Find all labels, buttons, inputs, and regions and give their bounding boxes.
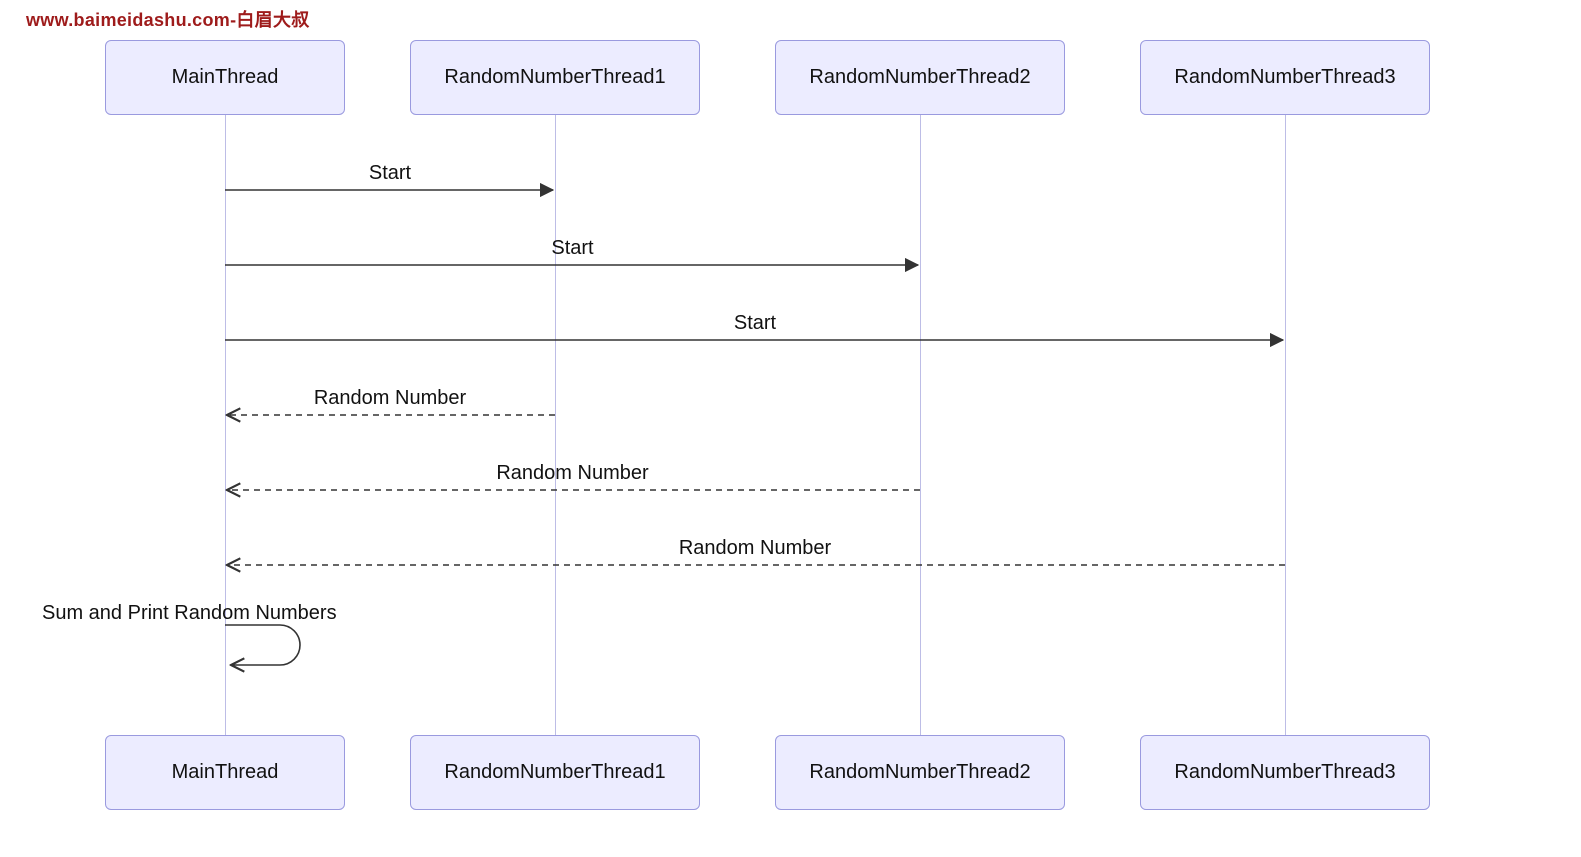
message-label: Start [369, 162, 411, 185]
participant-main-bottom: MainThread [105, 735, 345, 810]
lifeline-t1 [555, 115, 556, 735]
lifeline-t3 [1285, 115, 1286, 735]
participant-label: RandomNumberThread2 [809, 761, 1030, 784]
message-label: Random Number [496, 462, 648, 485]
participant-t2-bottom: RandomNumberThread2 [775, 735, 1065, 810]
lifeline-main [225, 115, 226, 735]
participant-label: MainThread [172, 66, 279, 89]
participant-t1-top: RandomNumberThread1 [410, 40, 700, 115]
message-label: Start [734, 312, 776, 335]
participant-label: RandomNumberThread1 [444, 66, 665, 89]
participant-main-top: MainThread [105, 40, 345, 115]
self-message-loop [225, 625, 300, 665]
lifeline-t2 [920, 115, 921, 735]
participant-label: RandomNumberThread1 [444, 761, 665, 784]
watermark-text: www.baimeidashu.com-白眉大叔 [26, 6, 310, 32]
message-label: Random Number [679, 537, 831, 560]
self-message-label: Sum and Print Random Numbers [42, 602, 337, 625]
participant-t1-bottom: RandomNumberThread1 [410, 735, 700, 810]
participant-t3-top: RandomNumberThread3 [1140, 40, 1430, 115]
message-label: Random Number [314, 387, 466, 410]
participant-t3-bottom: RandomNumberThread3 [1140, 735, 1430, 810]
participant-label: RandomNumberThread3 [1174, 66, 1395, 89]
participant-label: MainThread [172, 761, 279, 784]
message-label: Start [551, 237, 593, 260]
participant-label: RandomNumberThread3 [1174, 761, 1395, 784]
participant-t2-top: RandomNumberThread2 [775, 40, 1065, 115]
sequence-arrows [0, 0, 1581, 857]
participant-label: RandomNumberThread2 [809, 66, 1030, 89]
